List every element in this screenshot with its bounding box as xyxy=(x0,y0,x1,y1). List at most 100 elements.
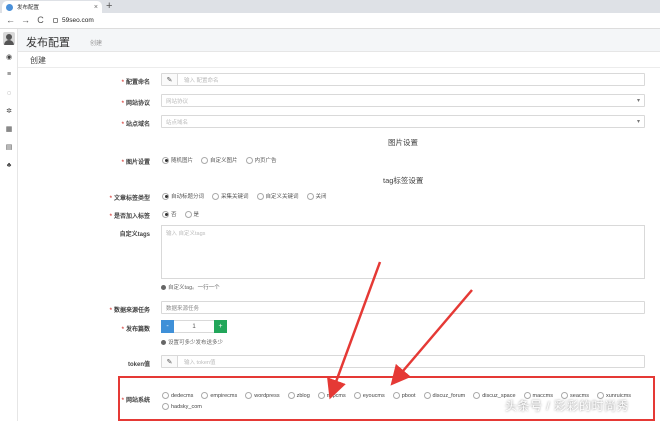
pencil-icon: ✎ xyxy=(162,356,178,367)
radio-option[interactable]: 采集关键词 xyxy=(212,192,249,200)
radio-button[interactable] xyxy=(423,392,431,399)
page-subtitle: 创建 xyxy=(90,41,103,47)
radio-option[interactable]: 自定义关键词 xyxy=(256,192,299,200)
config-name-label: * 配置命名 xyxy=(121,80,150,86)
image-settings-label: * 图片设置 xyxy=(121,160,150,166)
radio-option[interactable]: 内页广告 xyxy=(245,156,277,164)
radio-button[interactable] xyxy=(287,392,295,399)
pencil-icon: ✎ xyxy=(162,74,178,85)
radio-button[interactable] xyxy=(245,392,253,399)
custom-tags-help: 自定义tag。一行一个 xyxy=(161,283,220,291)
site-protocol-select[interactable]: 网站协议 ▾ xyxy=(161,94,645,107)
menu-icon[interactable]: ▤ xyxy=(5,144,13,152)
website-system-label: * 网站系统 xyxy=(121,398,150,404)
tab-close-icon[interactable]: × xyxy=(94,4,98,11)
sitemap-icon[interactable]: ♣ xyxy=(5,162,13,170)
watermark: 头条号 / 彩彩的时尚秀 xyxy=(505,399,630,413)
radio-button[interactable] xyxy=(162,392,169,399)
token-label: token值 xyxy=(127,362,150,368)
url-field[interactable]: 59seo.com xyxy=(53,17,94,24)
radio-button[interactable] xyxy=(473,392,481,399)
radio-option[interactable]: discuz_forum xyxy=(423,392,465,399)
publish-count-stepper: - 1 + xyxy=(161,320,227,333)
add-tag-label: * 是否加入标签 xyxy=(109,214,150,220)
radio-option[interactable]: eyoucms xyxy=(353,392,385,399)
favicon-icon xyxy=(6,3,13,11)
radio-button[interactable] xyxy=(306,192,314,200)
radio-button[interactable] xyxy=(201,392,209,399)
site-domain-select[interactable]: 站点域名 ▾ xyxy=(161,115,645,128)
data-source-label: * 数据来源任务 xyxy=(109,308,150,314)
site-domain-label: * 站点域名 xyxy=(121,122,150,128)
page-header: 发布配置 创建 xyxy=(18,29,660,52)
back-icon[interactable]: ← xyxy=(6,16,15,25)
radio-option[interactable]: 关闭 xyxy=(306,192,327,200)
address-bar: ← → C 59seo.com xyxy=(0,13,660,29)
radio-button[interactable] xyxy=(245,156,253,164)
site-protocol-label: * 网站协议 xyxy=(121,101,150,107)
data-source-field[interactable]: 数据来源任务 xyxy=(161,301,645,314)
custom-tags-label: 自定义tags xyxy=(119,232,150,238)
article-tag-type-options: 自动标题分词 采集关键词 自定义关键词 关闭 xyxy=(162,192,331,200)
radio-option[interactable]: empirecms xyxy=(201,392,237,399)
security-icon xyxy=(53,18,58,23)
publish-count-label: * 发布篇数 xyxy=(121,327,150,333)
section-title: 创建 xyxy=(30,56,46,65)
custom-tags-textarea[interactable]: 输入 自定义tags xyxy=(161,225,645,279)
radio-option[interactable]: pboot xyxy=(392,392,416,399)
config-name-field[interactable]: ✎ 输入 配置命名 xyxy=(161,73,645,86)
decrement-button[interactable]: - xyxy=(161,320,174,333)
divider xyxy=(18,67,660,68)
new-tab-button[interactable]: + xyxy=(106,1,112,12)
tag-settings-heading: tag标签设置 xyxy=(383,176,424,185)
radio-option[interactable]: 是 xyxy=(184,210,199,218)
image-settings-heading: 图片设置 xyxy=(388,138,418,147)
radio-button[interactable] xyxy=(256,192,264,200)
forward-icon[interactable]: → xyxy=(21,16,30,25)
calendar-icon[interactable]: ▦ xyxy=(5,126,13,134)
circle-icon[interactable]: ◌ xyxy=(5,90,13,98)
radio-option[interactable]: 自定义图片 xyxy=(201,156,238,164)
browser-tabbar: 发布配置 × + xyxy=(0,0,660,13)
radio-option[interactable]: 随机图片 xyxy=(162,156,193,164)
reload-icon[interactable]: C xyxy=(36,16,45,25)
list-icon[interactable]: ≡ xyxy=(5,71,13,79)
radio-option[interactable]: mipcms xyxy=(317,392,346,399)
radio-button[interactable] xyxy=(353,392,361,399)
radio-button[interactable] xyxy=(212,192,220,200)
radio-button[interactable] xyxy=(201,156,209,164)
radio-button[interactable] xyxy=(317,392,325,399)
avatar[interactable] xyxy=(3,32,15,45)
page-title: 发布配置 xyxy=(26,37,70,49)
radio-button[interactable] xyxy=(162,156,169,164)
article-tag-type-label: * 文章标签类型 xyxy=(109,196,150,202)
info-icon xyxy=(161,339,166,345)
chevron-down-icon: ▾ xyxy=(636,119,640,125)
radio-button[interactable] xyxy=(184,210,192,218)
image-settings-options: 随机图片 自定义图片 内页广告 xyxy=(162,156,281,164)
url-text: 59seo.com xyxy=(62,17,94,24)
left-sidebar: ◉ ≡ ◌ ✲ ▦ ▤ ♣ xyxy=(0,29,18,421)
chevron-down-icon: ▾ xyxy=(636,98,640,104)
browser-tab[interactable]: 发布配置 × xyxy=(2,1,102,13)
radio-option[interactable]: 否 xyxy=(162,210,177,218)
radio-option[interactable]: wordpress xyxy=(245,392,280,399)
radio-button[interactable] xyxy=(392,392,400,399)
publish-count-help: 设置可多少发布送多少 xyxy=(161,338,223,346)
radio-option[interactable]: dedecms xyxy=(162,392,193,399)
radio-button[interactable] xyxy=(162,403,169,410)
publish-count-value[interactable]: 1 xyxy=(174,320,214,333)
info-icon xyxy=(161,284,166,290)
radio-option[interactable]: 自动标题分词 xyxy=(162,192,204,200)
radio-option[interactable]: hadsky_com xyxy=(162,403,202,410)
add-tag-options: 否 是 xyxy=(162,210,203,218)
tab-title: 发布配置 xyxy=(17,5,40,11)
home-icon[interactable]: ◉ xyxy=(5,54,13,62)
annotation-arrow xyxy=(327,261,382,400)
radio-option[interactable]: zblog xyxy=(287,392,310,399)
radio-button[interactable] xyxy=(162,192,169,200)
increment-button[interactable]: + xyxy=(214,320,227,333)
radio-button[interactable] xyxy=(162,210,169,218)
gear-icon[interactable]: ✲ xyxy=(5,108,13,116)
token-field[interactable]: ✎ 输入 token值 xyxy=(161,355,645,368)
